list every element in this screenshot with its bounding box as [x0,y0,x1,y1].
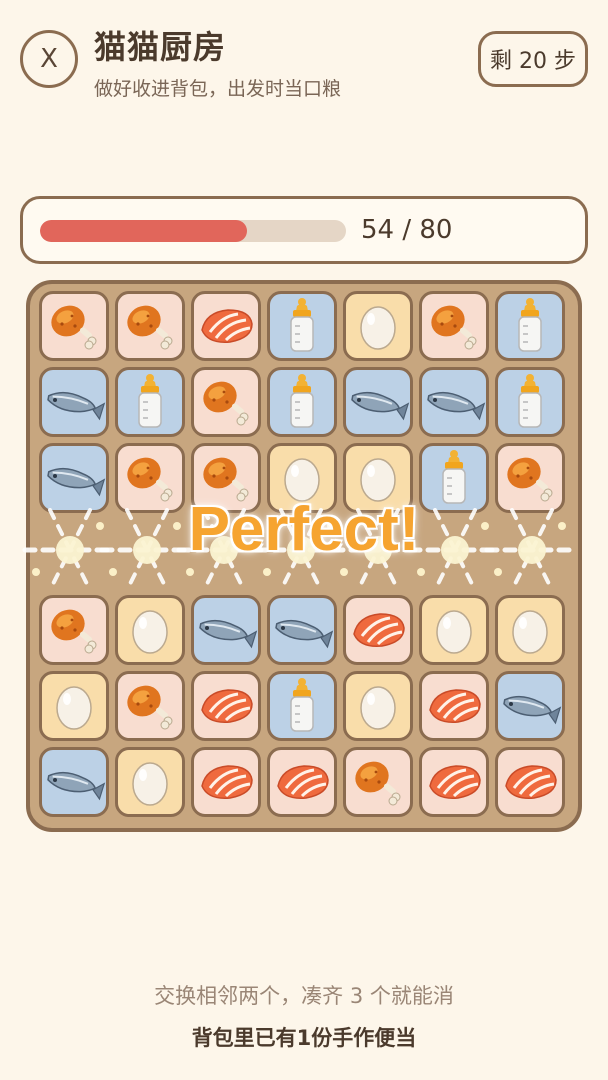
tile-salmon[interactable] [191,747,261,817]
salmon-icon [429,765,481,799]
tile-salmon[interactable] [267,747,337,817]
bottle-icon [290,298,314,352]
tile-salmon[interactable] [191,291,261,361]
egg-icon [132,762,168,806]
tile-fish[interactable] [419,367,489,437]
fish-icon [275,619,334,649]
page-title: 猫猫厨房 [94,28,227,66]
tile-egg[interactable] [115,747,185,817]
fish-icon [47,391,106,421]
tile-fish[interactable] [191,595,261,665]
tile-bottle[interactable] [267,291,337,361]
bottle-icon [290,374,314,428]
progress-fill [40,220,247,242]
salmon-icon [353,613,405,647]
tile-fish[interactable] [267,595,337,665]
tile-fish[interactable] [39,367,109,437]
tile-bottle[interactable] [267,671,337,741]
egg-icon [436,610,472,654]
tile-fish[interactable] [39,747,109,817]
chicken-icon [51,305,97,350]
fish-icon [427,391,486,421]
salmon-icon [201,689,253,723]
fish-icon [199,619,258,649]
salmon-icon [505,765,557,799]
chicken-icon [127,305,173,350]
chicken-icon [355,761,401,806]
tile-fish[interactable] [343,367,413,437]
tile-chicken[interactable] [39,595,109,665]
fish-icon [47,771,106,801]
tile-bottle[interactable] [495,367,565,437]
tile-salmon[interactable] [419,747,489,817]
bottle-icon [138,374,162,428]
egg-icon [360,686,396,730]
tile-chicken[interactable] [191,367,261,437]
bottle-icon [290,678,314,732]
inventory-status: 背包里已有1份手作便当 [191,1026,417,1050]
tile-bottle[interactable] [495,291,565,361]
tile-egg[interactable] [419,595,489,665]
tile-chicken[interactable] [343,747,413,817]
bottle-icon [518,374,542,428]
tile-salmon[interactable] [419,671,489,741]
salmon-icon [201,309,253,343]
fish-icon [351,391,410,421]
progress-panel: 54 / 80 [20,196,588,264]
chicken-icon [127,685,173,730]
egg-icon [56,686,92,730]
salmon-icon [277,765,329,799]
tile-chicken[interactable] [419,291,489,361]
progress-text: 54 / 80 [361,215,453,245]
bottle-icon [518,298,542,352]
salmon-icon [201,765,253,799]
tile-chicken[interactable] [115,291,185,361]
tile-egg[interactable] [343,671,413,741]
tile-bottle[interactable] [267,367,337,437]
close-button[interactable]: X [20,30,78,88]
tile-salmon[interactable] [495,747,565,817]
tile-egg[interactable] [39,671,109,741]
tile-chicken[interactable] [115,671,185,741]
tile-salmon[interactable] [343,595,413,665]
perfect-text: Perfect! [188,495,420,564]
tile-chicken[interactable] [39,291,109,361]
egg-icon [132,610,168,654]
tile-fish[interactable] [495,671,565,741]
fish-icon [503,695,562,725]
tile-egg[interactable] [115,595,185,665]
progress-track [40,220,346,242]
tile-egg[interactable] [495,595,565,665]
tile-bottle[interactable] [115,367,185,437]
tile-egg[interactable] [343,291,413,361]
egg-icon [360,306,396,350]
salmon-icon [429,689,481,723]
page-subtitle: 做好收进背包，出发时当口粮 [94,78,342,100]
egg-icon [512,610,548,654]
moves-remaining-badge: 剩 20 步 [478,31,588,87]
tile-salmon[interactable] [191,671,261,741]
chicken-icon [203,381,249,426]
chicken-icon [431,305,477,350]
chicken-icon [51,609,97,654]
hint-text: 交换相邻两个，凑齐 3 个就能消 [154,984,454,1008]
